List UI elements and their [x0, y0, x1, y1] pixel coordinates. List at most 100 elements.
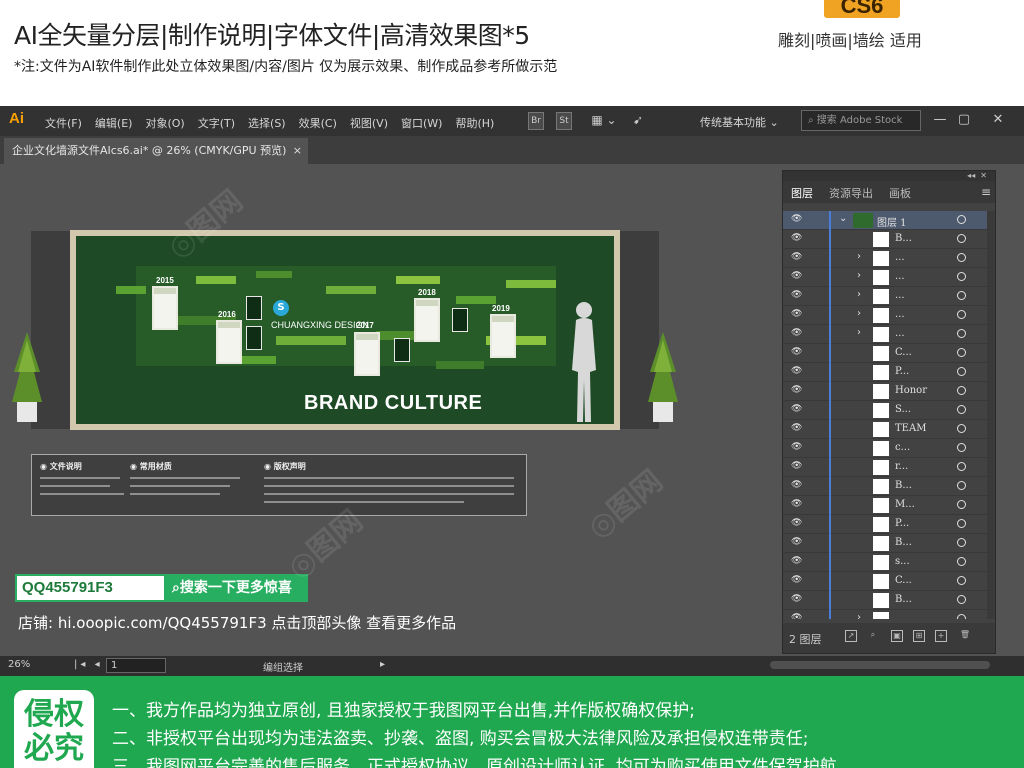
target-circle-icon[interactable] — [957, 424, 966, 433]
bridge-button[interactable]: Br — [528, 112, 544, 130]
layer-row[interactable]: 👁 Honor — [783, 382, 987, 401]
visibility-eye-icon[interactable]: 👁 — [791, 537, 803, 547]
menu-item[interactable]: 帮助(H) — [455, 115, 494, 131]
target-circle-icon[interactable] — [957, 386, 966, 395]
visibility-eye-icon[interactable]: 👁 — [791, 252, 803, 262]
expand-chevron-icon[interactable]: › — [857, 251, 861, 262]
visibility-eye-icon[interactable]: 👁 — [791, 499, 803, 509]
visibility-eye-icon[interactable]: 👁 — [791, 404, 803, 414]
canvas[interactable]: 2015 2016 2017 2018 2019 S CHUANGXING DE… — [0, 164, 780, 656]
visibility-eye-icon[interactable]: 👁 — [791, 442, 803, 452]
layer-row[interactable]: 👁 ›... — [783, 610, 987, 619]
visibility-eye-icon[interactable]: 👁 — [791, 214, 803, 224]
target-circle-icon[interactable] — [957, 234, 966, 243]
target-circle-icon[interactable] — [957, 291, 966, 300]
visibility-eye-icon[interactable]: 👁 — [791, 290, 803, 300]
target-circle-icon[interactable] — [957, 481, 966, 490]
tab-asset-export[interactable]: 资源导出 — [829, 185, 873, 201]
document-tab[interactable]: 企业文化墙源文件AIcs6.ai* @ 26% (CMYK/GPU 预览) × — [4, 138, 308, 164]
target-circle-icon[interactable] — [957, 614, 966, 619]
target-circle-icon[interactable] — [957, 500, 966, 509]
search-more-button[interactable]: ⌕搜索一下更多惊喜 — [166, 574, 308, 602]
layer-row[interactable]: 👁 TEAM — [783, 420, 987, 439]
visibility-eye-icon[interactable]: 👁 — [791, 309, 803, 319]
target-circle-icon[interactable] — [957, 367, 966, 376]
target-circle-icon[interactable] — [957, 253, 966, 262]
layer-row[interactable]: 👁 r... — [783, 458, 987, 477]
locate-object-icon[interactable]: ⌕ — [867, 630, 879, 642]
visibility-eye-icon[interactable]: 👁 — [791, 480, 803, 490]
target-circle-icon[interactable] — [957, 443, 966, 452]
target-circle-icon[interactable] — [957, 595, 966, 604]
close-tab-icon[interactable]: × — [293, 138, 302, 164]
stock-button[interactable]: St — [556, 112, 572, 130]
visibility-eye-icon[interactable]: 👁 — [791, 575, 803, 585]
expand-chevron-icon[interactable]: › — [857, 289, 861, 300]
maximize-button[interactable]: ▢ — [954, 110, 974, 130]
menu-item[interactable]: 文件(F) — [45, 115, 82, 131]
target-circle-icon[interactable] — [957, 538, 966, 547]
menu-item[interactable]: 对象(O) — [145, 115, 184, 131]
visibility-eye-icon[interactable]: 👁 — [791, 271, 803, 281]
layer-row[interactable]: 👁 S... — [783, 401, 987, 420]
shop-link[interactable]: 店铺: hi.ooopic.com/QQ455791F3 点击顶部头像 查看更多… — [18, 612, 456, 633]
layer-row[interactable]: 👁 ⌄ 图层 1 — [783, 211, 987, 230]
menu-item[interactable]: 文字(T) — [198, 115, 235, 131]
prev-artboard-buttons[interactable]: |◂ ◂ — [74, 659, 103, 670]
artboard-number-input[interactable]: 1 — [106, 658, 166, 673]
menu-item[interactable]: 选择(S) — [248, 115, 286, 131]
target-circle-icon[interactable] — [957, 348, 966, 357]
visibility-eye-icon[interactable]: 👁 — [791, 556, 803, 566]
expand-chevron-icon[interactable]: ⌄ — [839, 213, 847, 224]
layer-row[interactable]: 👁 ›... — [783, 325, 987, 344]
clipping-mask-icon[interactable]: ▣ — [891, 630, 903, 642]
delete-layer-icon[interactable]: 🗑 — [959, 630, 971, 642]
target-circle-icon[interactable] — [957, 462, 966, 471]
new-sublayer-icon[interactable]: ⊞ — [913, 630, 925, 642]
panel-menu-icon[interactable]: ≡ — [981, 185, 991, 199]
target-circle-icon[interactable] — [957, 557, 966, 566]
expand-chevron-icon[interactable]: › — [857, 308, 861, 319]
visibility-eye-icon[interactable]: 👁 — [791, 594, 803, 604]
layer-row[interactable]: 👁 ›... — [783, 268, 987, 287]
layer-row[interactable]: 👁 ›... — [783, 306, 987, 325]
horizontal-scrollbar[interactable] — [770, 661, 990, 669]
new-layer-icon[interactable]: + — [935, 630, 947, 642]
expand-chevron-icon[interactable]: › — [857, 612, 861, 619]
layer-row[interactable]: 👁 P... — [783, 515, 987, 534]
layer-row[interactable]: 👁 c... — [783, 439, 987, 458]
layer-row[interactable]: 👁 s... — [783, 553, 987, 572]
visibility-eye-icon[interactable]: 👁 — [791, 347, 803, 357]
target-circle-icon[interactable] — [957, 215, 966, 224]
layer-row[interactable]: 👁 B... — [783, 477, 987, 496]
workspace-switcher[interactable]: 传统基本功能 ⌄ — [700, 114, 779, 130]
target-circle-icon[interactable] — [957, 310, 966, 319]
next-artboard-button[interactable]: ▸ — [380, 659, 385, 670]
target-circle-icon[interactable] — [957, 519, 966, 528]
layer-row[interactable]: 👁 ›... — [783, 287, 987, 306]
expand-chevron-icon[interactable]: › — [857, 327, 861, 338]
menu-item[interactable]: 窗口(W) — [401, 115, 442, 131]
visibility-eye-icon[interactable]: 👁 — [791, 385, 803, 395]
tab-layers[interactable]: 图层 — [791, 185, 813, 201]
tab-artboards[interactable]: 画板 — [889, 185, 911, 201]
layer-row[interactable]: 👁 P... — [783, 363, 987, 382]
layer-row[interactable]: 👁 ›... — [783, 249, 987, 268]
menu-item[interactable]: 编辑(E) — [95, 115, 133, 131]
target-circle-icon[interactable] — [957, 272, 966, 281]
visibility-eye-icon[interactable]: 👁 — [791, 518, 803, 528]
close-window-button[interactable]: ✕ — [988, 110, 1008, 130]
stock-search-input[interactable]: ⌕ 搜索 Adobe Stock — [801, 110, 921, 131]
visibility-eye-icon[interactable]: 👁 — [791, 366, 803, 376]
layer-row[interactable]: 👁 B... — [783, 534, 987, 553]
menu-item[interactable]: 视图(V) — [350, 115, 388, 131]
target-circle-icon[interactable] — [957, 405, 966, 414]
zoom-level[interactable]: 26% — [8, 659, 30, 670]
layer-row[interactable]: 👁 B... — [783, 230, 987, 249]
target-circle-icon[interactable] — [957, 329, 966, 338]
collapse-panel-icon[interactable]: ◂◂ — [967, 171, 975, 180]
layer-row[interactable]: 👁 M... — [783, 496, 987, 515]
expand-chevron-icon[interactable]: › — [857, 270, 861, 281]
target-circle-icon[interactable] — [957, 576, 966, 585]
arrange-documents-icon[interactable]: ▦ ⌄ — [586, 112, 622, 130]
